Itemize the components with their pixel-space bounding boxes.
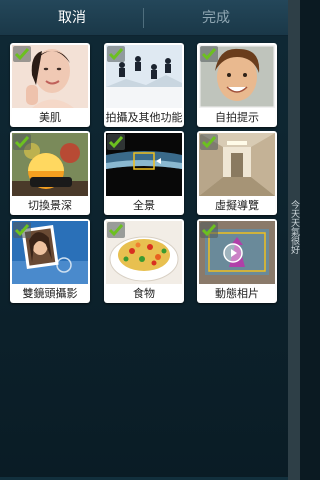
checkbox-checked-icon[interactable] [200, 46, 218, 62]
checkbox-checked-icon[interactable] [200, 222, 218, 238]
cancel-button[interactable]: 取消 [0, 0, 144, 36]
mode-label: 美肌 [39, 111, 61, 124]
checkbox-checked-icon[interactable] [13, 46, 31, 62]
mode-label: 自拍提示 [215, 111, 259, 124]
mode-tile-shot-and-more[interactable]: 拍攝及其他功能 [104, 43, 184, 127]
mode-tile-beauty-face[interactable]: 美肌 [10, 43, 90, 127]
mode-tile-selective-focus[interactable]: 切換景深 [10, 131, 90, 215]
mode-tile-panorama[interactable]: 全景 [104, 131, 184, 215]
mode-label: 拍攝及其他功能 [105, 111, 183, 124]
mode-label: 全景 [133, 199, 155, 212]
mode-label: 動態相片 [215, 287, 259, 300]
edge-panel-text: 今天天氣很好 [289, 200, 299, 254]
top-action-bar: 取消 完成 [0, 0, 288, 36]
checkbox-checked-icon[interactable] [107, 134, 125, 150]
mode-label: 虛擬導覽 [215, 199, 259, 212]
done-button[interactable]: 完成 [144, 0, 288, 36]
mode-tile-food[interactable]: 食物 [104, 219, 184, 303]
checkbox-checked-icon[interactable] [107, 46, 125, 62]
checkbox-checked-icon[interactable] [200, 134, 218, 150]
mode-tile-virtual-tour[interactable]: 虛擬導覽 [197, 131, 277, 215]
mode-tile-animated-photo[interactable]: 動態相片 [197, 219, 277, 303]
mode-tile-selfie-alarm[interactable]: 自拍提示 [197, 43, 277, 127]
mode-label: 雙鏡頭攝影 [22, 287, 78, 300]
checkbox-checked-icon[interactable] [107, 222, 125, 238]
mode-label: 切換景深 [28, 199, 72, 212]
checkbox-checked-icon[interactable] [13, 222, 31, 238]
mode-label: 食物 [133, 287, 155, 300]
mode-tile-dual-camera[interactable]: 雙鏡頭攝影 [10, 219, 90, 303]
camera-mode-grid: 美肌 拍攝及其他功能 自拍提示 切換景深 全景 虛擬導覽 雙鏡頭攝影 食物 動態… [0, 36, 288, 480]
checkbox-checked-icon[interactable] [13, 134, 31, 150]
